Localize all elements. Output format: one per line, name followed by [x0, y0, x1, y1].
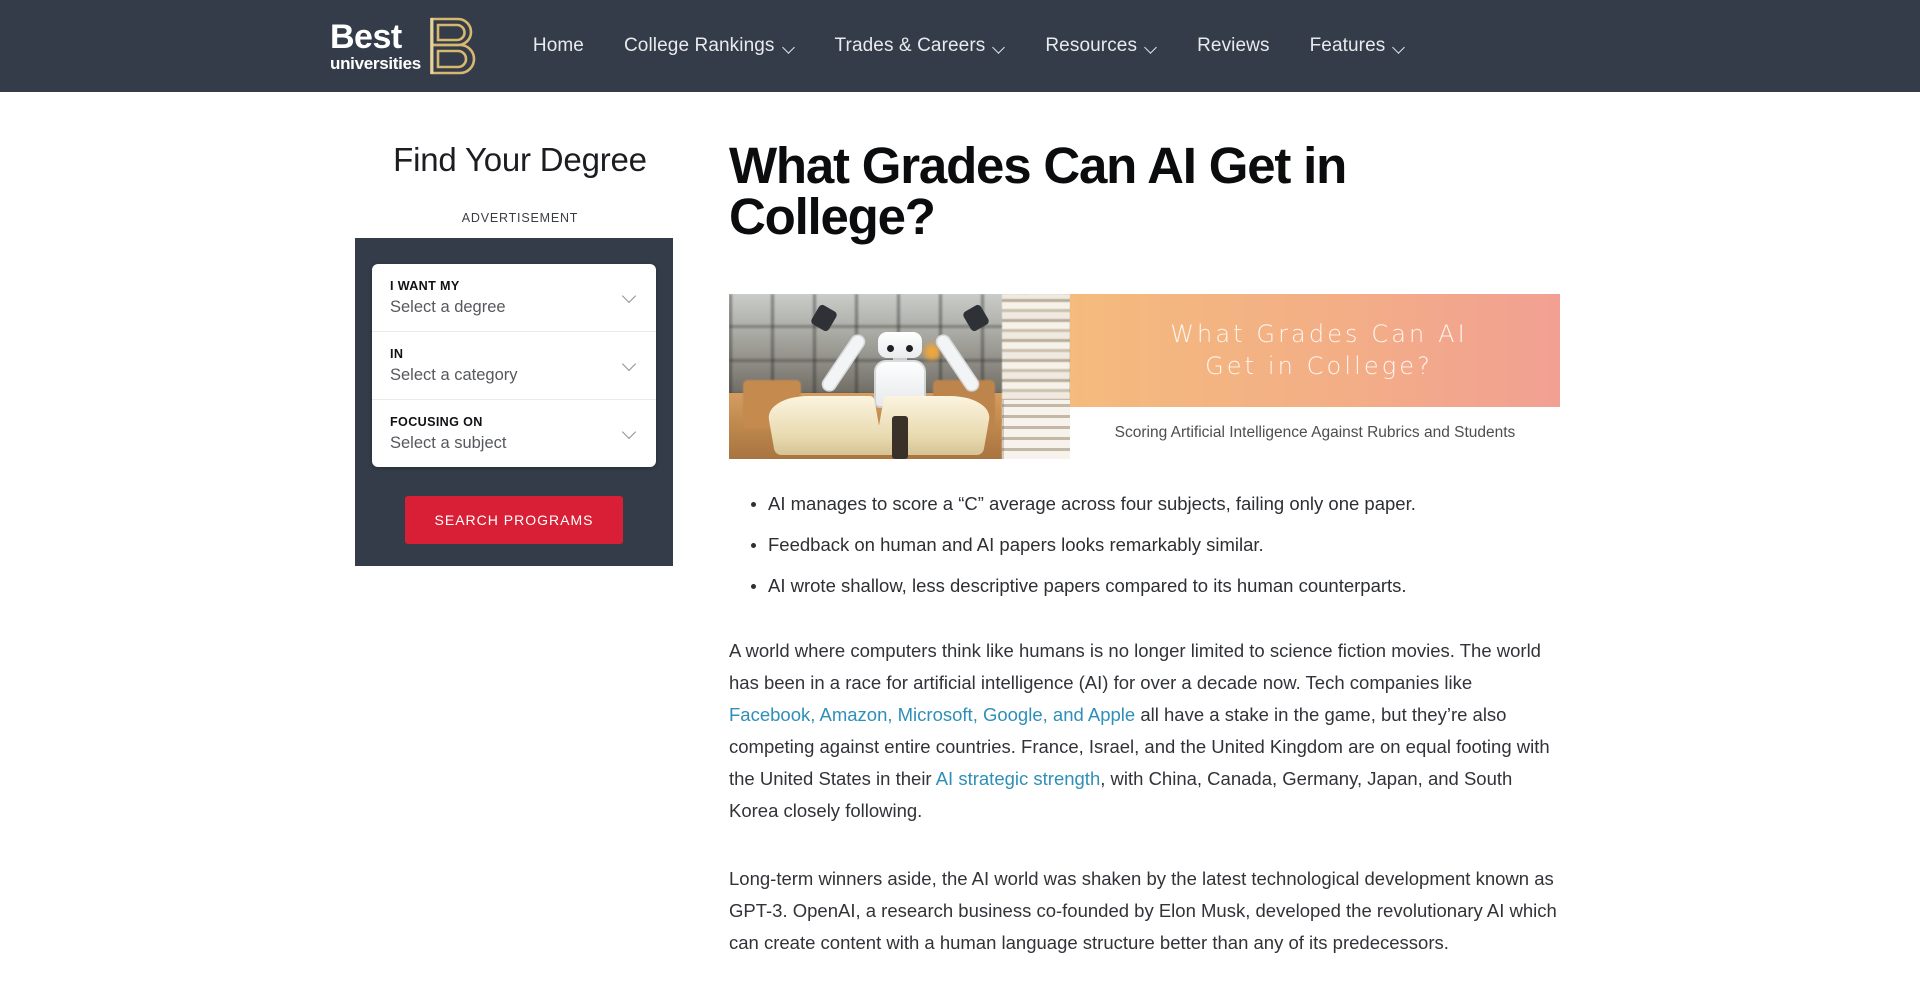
hero-band-line-1: What Grades Can AI: [1170, 319, 1468, 348]
tech-companies-link[interactable]: Facebook, Amazon, Microsoft, Google, and…: [729, 704, 1135, 725]
logo-primary-text: Best: [330, 18, 402, 56]
category-select-label: IN: [390, 346, 404, 361]
article-paragraph-2: Long-term winners aside, the AI world wa…: [729, 868, 1557, 954]
site-header: Best universities Home College Rankings: [0, 0, 1920, 92]
nav-item-resources[interactable]: Resources: [1025, 35, 1177, 57]
paragraph-text: A world where computers think like human…: [729, 640, 1541, 694]
degree-select-value: Select a degree: [390, 297, 506, 316]
robot-reading-book-photo: [729, 294, 1070, 459]
category-select-row[interactable]: IN Select a category: [372, 332, 656, 400]
nav-item-college-rankings[interactable]: College Rankings: [604, 35, 815, 57]
search-programs-button[interactable]: SEARCH PROGRAMS: [404, 495, 624, 544]
nav-item-label: Trades & Careers: [834, 35, 986, 56]
main-navigation: Home College Rankings Trades & Careers R…: [513, 0, 1425, 92]
site-logo[interactable]: Best universities: [330, 15, 479, 77]
sidebar-heading: Find Your Degree: [393, 141, 647, 178]
advertisement-label: ADVERTISEMENT: [461, 210, 579, 225]
nav-item-label: Reviews: [1197, 35, 1270, 56]
page-title: What Grades Can AI Get in College?: [729, 137, 1347, 245]
chevron-down-icon[interactable]: [623, 427, 636, 440]
category-select-value: Select a category: [390, 365, 518, 384]
list-item: AI manages to score a “C” average across…: [751, 491, 1561, 518]
subject-select-value: Select a subject: [390, 433, 507, 452]
degree-select-label: I WANT MY: [390, 278, 460, 293]
subject-select-label: FOCUSING ON: [390, 414, 483, 429]
search-button-container: SEARCH PROGRAMS: [372, 495, 656, 544]
article-hero-banner: What Grades Can AI Get in College? Scori…: [729, 294, 1560, 459]
chevron-down-icon: [1394, 43, 1405, 50]
ai-strategic-strength-link[interactable]: AI strategic strength: [936, 768, 1101, 789]
article-paragraph-1: A world where computers think like human…: [729, 635, 1561, 827]
logo-wordmark: Best universities: [330, 20, 421, 72]
chevron-down-icon: [784, 43, 795, 50]
nav-item-trades-careers[interactable]: Trades & Careers: [815, 35, 1026, 57]
list-item: Feedback on human and AI papers looks re…: [751, 532, 1561, 559]
degree-finder-panel: I WANT MY Select a degree IN Select a ca…: [355, 237, 673, 566]
nav-item-label: Features: [1309, 35, 1386, 56]
chevron-down-icon: [994, 43, 1005, 50]
chevron-down-icon[interactable]: [623, 359, 636, 372]
nav-item-features[interactable]: Features: [1290, 35, 1426, 57]
hero-subtitle: Scoring Artificial Intelligence Against …: [1114, 424, 1516, 441]
degree-select-row[interactable]: I WANT MY Select a degree: [372, 264, 656, 332]
nav-item-label: Home: [532, 35, 584, 56]
subject-select-row[interactable]: FOCUSING ON Select a subject: [372, 400, 656, 467]
sidebar: Find Your Degree ADVERTISEMENT I WANT MY…: [355, 140, 685, 995]
chevron-down-icon: [1146, 43, 1157, 50]
hero-band-line-2: Get in College?: [1205, 351, 1433, 380]
hero-gradient-band: What Grades Can AI Get in College?: [1070, 294, 1560, 407]
nav-item-label: Resources: [1045, 35, 1138, 56]
page-body: Find Your Degree ADVERTISEMENT I WANT MY…: [0, 92, 1920, 995]
nav-item-label: College Rankings: [623, 35, 775, 56]
hero-text-side: What Grades Can AI Get in College? Scori…: [1070, 294, 1560, 459]
nav-item-home[interactable]: Home: [513, 35, 604, 57]
key-takeaways-list: AI manages to score a “C” average across…: [729, 491, 1561, 599]
nav-item-reviews[interactable]: Reviews: [1177, 35, 1290, 57]
chevron-down-icon[interactable]: [623, 291, 636, 304]
list-item: AI wrote shallow, less descriptive paper…: [751, 573, 1561, 600]
b-monogram-icon: [427, 15, 479, 77]
degree-finder-form: I WANT MY Select a degree IN Select a ca…: [372, 263, 656, 467]
article-content: What Grades Can AI Get in College? What …: [729, 140, 1561, 995]
logo-secondary-text: universities: [330, 54, 421, 73]
